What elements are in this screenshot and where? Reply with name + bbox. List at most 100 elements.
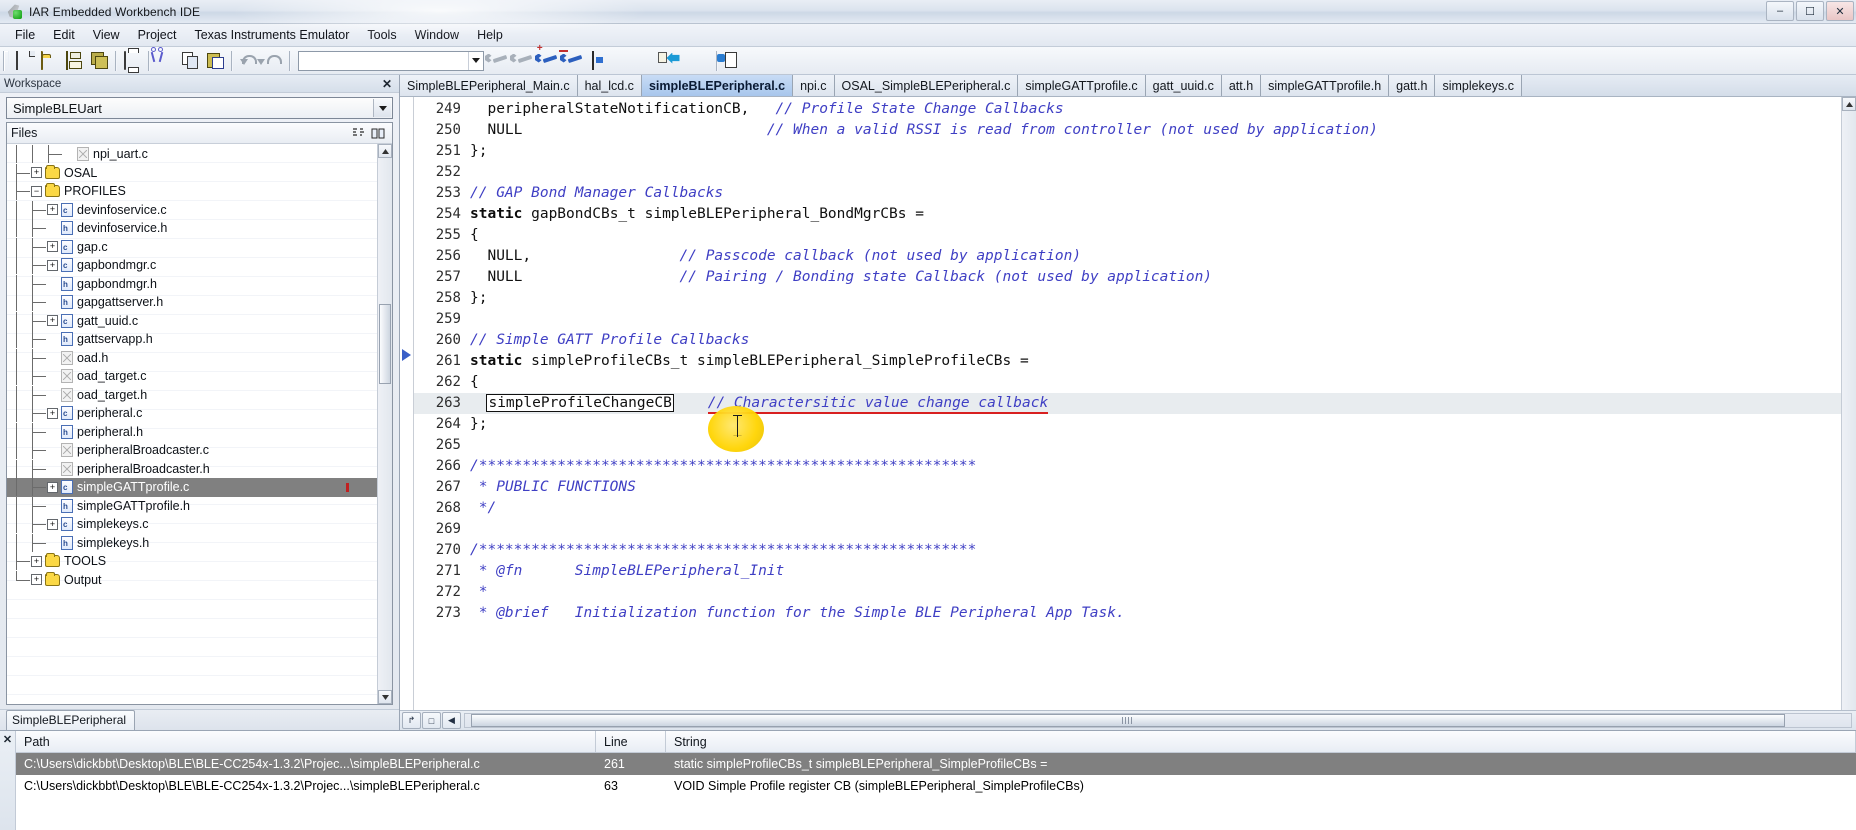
expand-icon[interactable]: +	[47, 407, 58, 419]
editor-tab-osal-simplebleperipheral-c[interactable]: OSAL_SimpleBLEPeripheral.c	[834, 75, 1019, 96]
code-line[interactable]: 257 NULL // Pairing / Bonding state Call…	[414, 267, 1841, 288]
expand-icon[interactable]: +	[31, 167, 42, 179]
code-line[interactable]: 267 * PUBLIC FUNCTIONS	[414, 477, 1841, 498]
code-horizontal-scrollbar[interactable]	[464, 713, 1852, 728]
scroll-down-icon[interactable]	[378, 690, 392, 704]
code-line[interactable]: 254 static gapBondCBs_t simpleBLEPeripher…	[414, 204, 1841, 225]
results-row[interactable]: C:\Users\dickbbt\Desktop\BLE\BLE-CC254x-…	[16, 753, 1856, 775]
code-line[interactable]: 272 *	[414, 582, 1841, 603]
tree-item-simplegattprofile-c[interactable]: + simpleGATTprofile.c	[7, 478, 377, 497]
paste-icon[interactable]	[203, 49, 228, 73]
tree-item-osal[interactable]: + OSAL	[7, 163, 377, 183]
wrench-grey2-icon[interactable]	[509, 49, 538, 73]
selected-token[interactable]: simpleProfileChangeCB	[486, 394, 674, 412]
redo-icon[interactable]	[261, 49, 286, 73]
close-button[interactable]: ✕	[1826, 1, 1854, 21]
collapse-icon[interactable]: −	[31, 185, 42, 197]
editor-tab-hal-lcd-c[interactable]: hal_lcd.c	[577, 75, 642, 96]
code-line[interactable]: 264};	[414, 414, 1841, 435]
scroll-up-icon[interactable]	[1842, 97, 1856, 111]
expand-icon[interactable]: +	[47, 204, 58, 216]
menu-file[interactable]: File	[6, 26, 44, 44]
tree-item-devinfoservice-c[interactable]: + devinfoservice.c	[7, 200, 377, 220]
tree-item-oad-target-h[interactable]: +oad_target.h	[7, 385, 377, 405]
save-icon[interactable]	[62, 49, 87, 73]
scroll-left-button[interactable]: ◀	[442, 712, 461, 729]
column-header-string[interactable]: String	[666, 731, 1856, 752]
code-line[interactable]: 258};	[414, 288, 1841, 309]
tree-item-simplekeys-c[interactable]: + simplekeys.c	[7, 515, 377, 534]
tree-item-simplegattprofile-h[interactable]: +simpleGATTprofile.h	[7, 496, 377, 516]
print-icon[interactable]	[120, 49, 145, 73]
tree-item-gattservapp-h[interactable]: +gattservapp.h	[7, 330, 377, 349]
menu-project[interactable]: Project	[129, 26, 186, 44]
tree-item-gatt-uuid-c[interactable]: + gatt_uuid.c	[7, 311, 377, 331]
tree-item-profiles[interactable]: − PROFILES	[7, 182, 377, 201]
tree-item-peripheral-h[interactable]: +peripheral.h	[7, 422, 377, 442]
code-line[interactable]: 266 /************************************…	[414, 456, 1841, 477]
tree-vertical-scrollbar[interactable]	[377, 144, 392, 704]
results-row[interactable]: C:\Users\dickbbt\Desktop\BLE\BLE-CC254x-…	[16, 775, 1856, 797]
code-line[interactable]: 249 peripheralStateNotificationCB, // Pr…	[414, 99, 1841, 120]
minimize-button[interactable]: –	[1766, 1, 1794, 21]
code-line[interactable]: 259	[414, 309, 1841, 330]
editor-tab-simplekeys-c[interactable]: simplekeys.c	[1435, 75, 1522, 96]
chevron-down-icon[interactable]	[373, 99, 391, 117]
editor-tab-simplegattprofile-h[interactable]: simpleGATTprofile.h	[1261, 75, 1390, 96]
wrench-grey-icon[interactable]	[484, 49, 513, 73]
tree-item-npi-uart-c[interactable]: +npi_uart.c	[7, 145, 377, 164]
expand-icon[interactable]: +	[47, 481, 58, 493]
quick-search-combo[interactable]	[298, 50, 484, 71]
tree-item-tools[interactable]: + TOOLS	[7, 552, 377, 571]
code-line[interactable]: 262 {	[414, 372, 1841, 393]
column-header-line[interactable]: Line	[596, 731, 666, 752]
menu-edit[interactable]: Edit	[44, 26, 84, 44]
menu-tools[interactable]: Tools	[358, 26, 405, 44]
code-line[interactable]: 256 NULL, // Passcode callback (not used…	[414, 246, 1841, 267]
editor-tab-simplebleperipheral-c[interactable]: simpleBLEPeripheral.c	[641, 75, 794, 96]
project-select[interactable]: SimpleBLEUart	[6, 97, 393, 119]
maximize-button[interactable]: ☐	[1796, 1, 1824, 21]
code-line[interactable]: 252	[414, 162, 1841, 183]
editor-tab-simplebleperipheral-main-c[interactable]: SimpleBLEPeripheral_Main.c	[400, 75, 578, 96]
close-icon[interactable]: ✕	[3, 733, 12, 830]
expand-icon[interactable]: +	[47, 241, 58, 253]
tree-scroll-thumb[interactable]	[379, 304, 391, 384]
editor-tab-gatt-uuid-c[interactable]: gatt_uuid.c	[1145, 75, 1222, 96]
tree-item-output[interactable]: + Output	[7, 570, 377, 590]
code-line[interactable]: 273 * @brief Initialization function for…	[414, 603, 1841, 624]
code-line[interactable]: 270 /************************************…	[414, 540, 1841, 561]
tree-item-oad-h[interactable]: +oad.h	[7, 348, 377, 368]
scroll-up-icon[interactable]	[378, 144, 392, 158]
editor-gutter[interactable]	[400, 97, 414, 710]
expand-icon[interactable]: +	[47, 259, 58, 271]
menu-help[interactable]: Help	[468, 26, 512, 44]
tree-item-gap-c[interactable]: + gap.c	[7, 237, 377, 257]
tree-item-peripheralbroadcaster-h[interactable]: +peripheralBroadcaster.h	[7, 459, 377, 479]
code-line[interactable]: 268 */	[414, 498, 1841, 519]
code-line[interactable]: 251};	[414, 141, 1841, 162]
chevron-down-icon[interactable]	[468, 51, 483, 70]
tree-item-devinfoservice-h[interactable]: +devinfoservice.h	[7, 219, 377, 238]
menu-view[interactable]: View	[84, 26, 129, 44]
expand-icon[interactable]: +	[47, 518, 58, 530]
arrow-green-icon[interactable]	[613, 49, 638, 73]
code-vertical-scrollbar[interactable]	[1841, 97, 1856, 710]
open-folder-icon[interactable]	[37, 49, 62, 73]
expand-icon[interactable]: +	[31, 574, 42, 586]
hscroll-thumb[interactable]	[471, 714, 1785, 727]
debug-window-icon[interactable]	[588, 49, 613, 73]
save-all-icon[interactable]	[87, 49, 112, 73]
editor-tab-gatt-h[interactable]: gatt.h	[1389, 75, 1436, 96]
editor-tab-att-h[interactable]: att.h	[1221, 75, 1262, 96]
arrow-back-doc-icon[interactable]	[663, 49, 688, 73]
column-toggle-icon[interactable]	[368, 125, 388, 142]
editor-tab-simplegattprofile-c[interactable]: simpleGATTprofile.c	[1018, 75, 1146, 96]
tree-item-oad-target-c[interactable]: +oad_target.c	[7, 367, 377, 386]
code-line[interactable]: 263 simpleProfileChangeCB // Charactersi…	[414, 393, 1841, 414]
code-line[interactable]: 253 // GAP Bond Manager Callbacks	[414, 183, 1841, 204]
column-header-path[interactable]: Path	[16, 731, 596, 752]
workspace-tab-simplebleperipheral[interactable]: SimpleBLEPeripheral	[6, 710, 136, 730]
doc-debug-icon[interactable]	[721, 49, 746, 73]
tree-item-gapbondmgr-c[interactable]: + gapbondmgr.c	[7, 256, 377, 275]
